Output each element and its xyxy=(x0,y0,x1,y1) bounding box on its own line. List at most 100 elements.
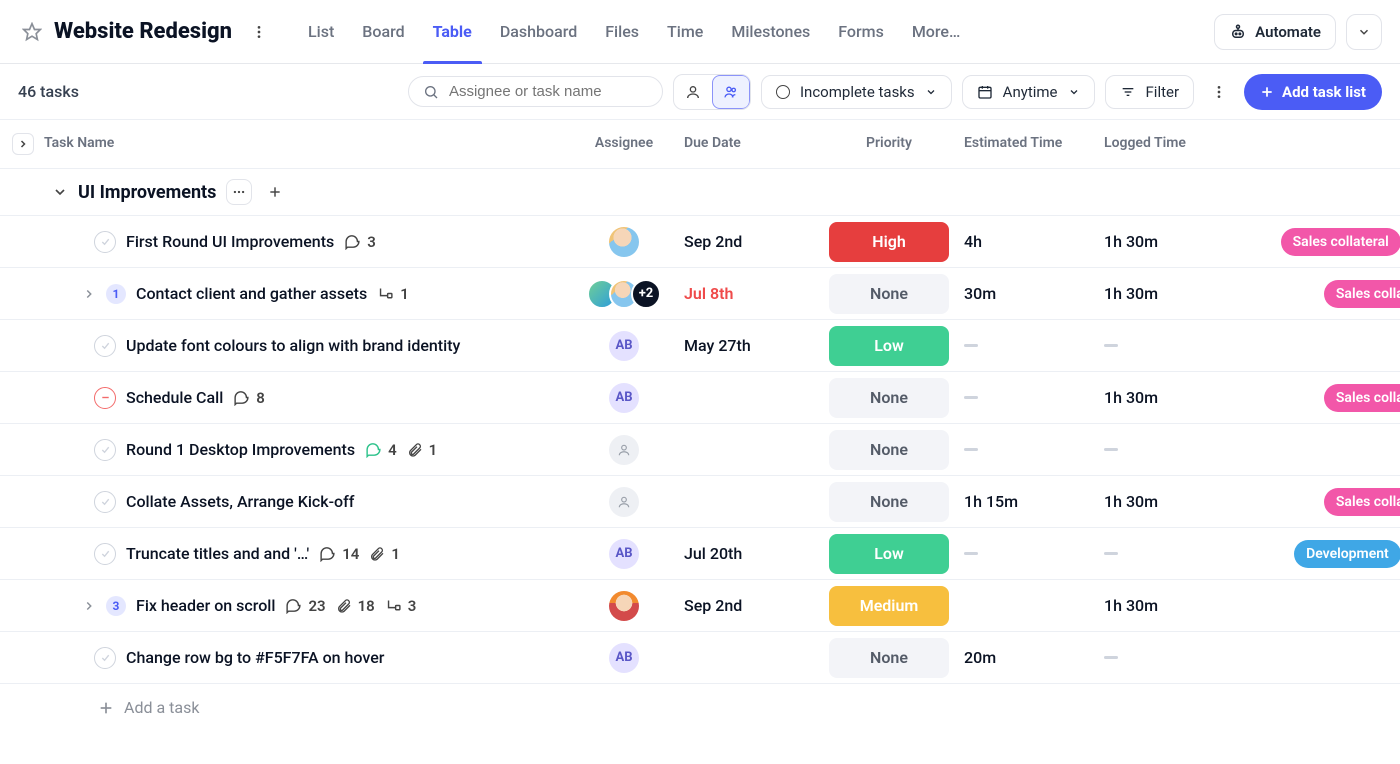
avatar[interactable]: AB xyxy=(609,643,639,673)
task-name[interactable]: Contact client and gather assets xyxy=(136,284,367,303)
avatar-group[interactable]: +2 xyxy=(587,279,661,309)
tab-forms[interactable]: Forms xyxy=(838,0,884,63)
task-name[interactable]: Truncate titles and and '…' xyxy=(126,544,309,563)
col-estimated-time[interactable]: Estimated Time xyxy=(964,135,1104,151)
due-date[interactable]: Sep 2nd xyxy=(684,232,814,251)
add-task-button[interactable]: Add a task xyxy=(0,683,1400,735)
group-more-icon[interactable] xyxy=(226,179,252,205)
search-input-wrap[interactable] xyxy=(408,76,663,107)
comment-count[interactable]: 8 xyxy=(233,389,265,407)
col-assignee[interactable]: Assignee xyxy=(564,135,684,151)
priority-badge[interactable]: None xyxy=(829,430,949,470)
status-filter[interactable]: Incomplete tasks xyxy=(761,75,952,109)
tag-sales[interactable]: Sales collateral xyxy=(1324,280,1400,308)
automate-button[interactable]: Automate xyxy=(1214,14,1336,50)
group-collapse-toggle[interactable] xyxy=(52,184,68,200)
col-priority[interactable]: Priority xyxy=(814,135,964,151)
avatar[interactable] xyxy=(609,591,639,621)
logged-time[interactable]: 1h 30m xyxy=(1104,388,1158,407)
task-name[interactable]: Collate Assets, Arrange Kick-off xyxy=(126,492,354,511)
col-task-name[interactable]: Task Name xyxy=(44,135,564,151)
priority-badge[interactable]: Low xyxy=(829,534,949,574)
tag-sales[interactable]: Sales collateral xyxy=(1281,228,1400,256)
estimated-time[interactable]: 4h xyxy=(964,232,982,251)
complete-toggle[interactable] xyxy=(94,335,116,357)
complete-toggle[interactable] xyxy=(94,491,116,513)
priority-badge[interactable]: None xyxy=(829,482,949,522)
estimated-time[interactable]: 20m xyxy=(964,648,996,667)
priority-badge[interactable]: None xyxy=(829,638,949,678)
priority-badge[interactable]: None xyxy=(829,274,949,314)
attachment-count[interactable]: 1 xyxy=(369,545,400,563)
view-team-button[interactable] xyxy=(712,75,750,109)
expand-subtasks-toggle[interactable] xyxy=(82,599,96,613)
search-input[interactable] xyxy=(449,83,648,100)
priority-badge[interactable]: High xyxy=(829,222,949,262)
star-icon[interactable] xyxy=(18,18,46,46)
tab-board[interactable]: Board xyxy=(362,0,404,63)
avatar[interactable] xyxy=(609,227,639,257)
col-tags[interactable]: Tags xyxy=(1244,135,1400,151)
avatar[interactable]: AB xyxy=(609,383,639,413)
avatar[interactable]: AB xyxy=(609,331,639,361)
comment-count[interactable]: 3 xyxy=(344,233,376,251)
expand-subtasks-toggle[interactable] xyxy=(82,287,96,301)
tag-sales[interactable]: Sales collateral xyxy=(1324,384,1400,412)
complete-toggle[interactable] xyxy=(94,231,116,253)
tab-more[interactable]: More… xyxy=(912,0,960,63)
avatar-unassigned[interactable] xyxy=(609,435,639,465)
subtask-count[interactable]: 1 xyxy=(377,285,409,303)
logged-time[interactable]: 1h 30m xyxy=(1104,492,1158,511)
complete-toggle[interactable] xyxy=(94,647,116,669)
date-filter[interactable]: Anytime xyxy=(962,75,1095,109)
priority-badge[interactable]: None xyxy=(829,378,949,418)
priority-badge[interactable]: Low xyxy=(829,326,949,366)
tab-list[interactable]: List xyxy=(308,0,334,63)
automate-dropdown[interactable] xyxy=(1346,14,1382,50)
project-menu-icon[interactable] xyxy=(244,17,274,47)
due-date[interactable]: Jul 20th xyxy=(684,544,814,563)
tab-time[interactable]: Time xyxy=(667,0,703,63)
comment-count[interactable]: 23 xyxy=(285,597,325,615)
avatar-unassigned[interactable] xyxy=(609,487,639,517)
filter-button[interactable]: Filter xyxy=(1105,75,1195,109)
group-title[interactable]: UI Improvements xyxy=(78,182,216,203)
logged-time[interactable]: 1h 30m xyxy=(1104,596,1158,615)
tab-table[interactable]: Table xyxy=(433,0,472,63)
estimated-time[interactable]: 30m xyxy=(964,284,996,303)
avatar[interactable]: AB xyxy=(609,539,639,569)
task-name[interactable]: Schedule Call xyxy=(126,388,223,407)
toolbar-more-icon[interactable] xyxy=(1204,75,1234,109)
complete-toggle[interactable] xyxy=(94,387,116,409)
task-name[interactable]: First Round UI Improvements xyxy=(126,232,334,251)
col-due-date[interactable]: Due Date xyxy=(684,135,814,151)
attachment-count[interactable]: 18 xyxy=(336,597,375,615)
task-name[interactable]: Round 1 Desktop Improvements xyxy=(126,440,355,459)
logged-time[interactable]: 1h 30m xyxy=(1104,232,1158,251)
view-single-button[interactable] xyxy=(674,75,712,109)
tab-files[interactable]: Files xyxy=(605,0,639,63)
expand-sidebar-button[interactable] xyxy=(12,133,34,155)
priority-badge[interactable]: Medium xyxy=(829,586,949,626)
comment-count[interactable]: 14 xyxy=(319,545,359,563)
task-name[interactable]: Fix header on scroll xyxy=(136,596,275,615)
col-logged-time[interactable]: Logged Time xyxy=(1104,135,1244,151)
complete-toggle[interactable] xyxy=(94,543,116,565)
group-add-icon[interactable] xyxy=(262,179,288,205)
due-date[interactable]: Jul 8th xyxy=(684,284,814,303)
tab-dashboard[interactable]: Dashboard xyxy=(500,0,577,63)
task-name[interactable]: Change row bg to #F5F7FA on hover xyxy=(126,648,384,667)
tab-milestones[interactable]: Milestones xyxy=(731,0,810,63)
due-date[interactable]: Sep 2nd xyxy=(684,596,814,615)
subtask-count[interactable]: 3 xyxy=(385,597,417,615)
complete-toggle[interactable] xyxy=(94,439,116,461)
attachment-count[interactable]: 1 xyxy=(407,441,438,459)
comment-count[interactable]: 4 xyxy=(365,441,397,459)
task-name[interactable]: Update font colours to align with brand … xyxy=(126,336,460,355)
due-date[interactable]: May 27th xyxy=(684,336,814,355)
tag-sales[interactable]: Sales collateral xyxy=(1324,488,1400,516)
logged-time[interactable]: 1h 30m xyxy=(1104,284,1158,303)
add-task-list-button[interactable]: Add task list xyxy=(1244,74,1382,110)
tag-dev[interactable]: Development xyxy=(1294,540,1400,568)
estimated-time[interactable]: 1h 15m xyxy=(964,492,1018,511)
